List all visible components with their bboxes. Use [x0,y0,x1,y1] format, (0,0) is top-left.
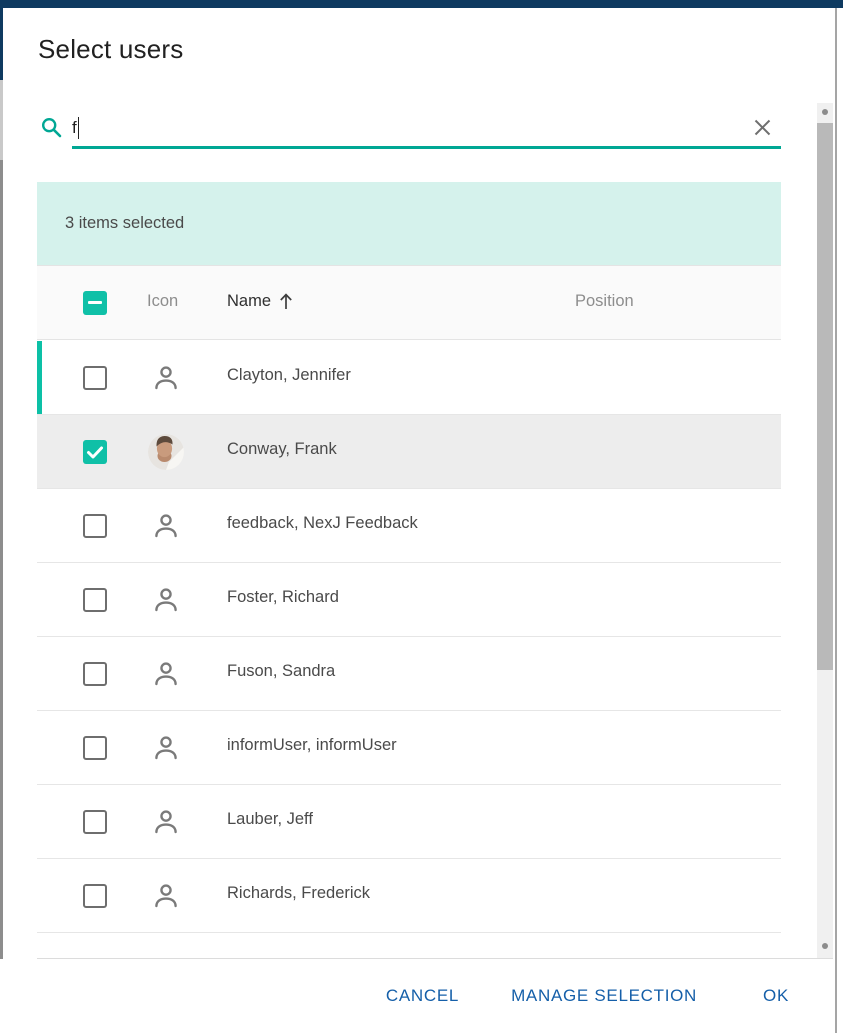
scroll-up-arrow[interactable] [822,109,828,115]
person-icon [150,880,182,912]
manage-selection-button[interactable]: MANAGE SELECTION [503,980,705,1012]
search-underline [72,146,781,149]
select-all-checkbox[interactable] [83,291,107,315]
user-name: feedback, NexJ Feedback [227,514,418,533]
dialog-footer: CANCEL MANAGE SELECTION OK [0,959,797,1033]
row-checkbox[interactable] [83,884,107,908]
window-left-edge [0,0,3,1033]
column-header-name[interactable]: Name [227,292,294,311]
column-header-icon: Icon [147,292,178,311]
user-name: Clayton, Jennifer [227,366,351,385]
person-icon [150,658,182,690]
user-row[interactable]: Clayton, Jennifer [37,341,781,415]
scrollbar-thumb[interactable] [817,123,833,670]
row-checkbox[interactable] [83,366,107,390]
person-icon [150,510,182,542]
user-row[interactable]: Fuson, Sandra [37,637,781,711]
user-name: Foster, Richard [227,588,339,607]
sort-ascending-icon [278,292,294,311]
user-row[interactable] [37,933,781,958]
user-name: Conway, Frank [227,440,337,459]
cancel-button[interactable]: CANCEL [378,980,467,1012]
person-icon [150,732,182,764]
user-row[interactable]: Foster, Richard [37,563,781,637]
window-right-edge [835,8,837,1033]
search-input-value: f [72,118,77,138]
search-icon [40,116,63,139]
row-checkbox[interactable] [83,440,107,464]
table-header: Icon Name Position [37,265,781,340]
user-name: Richards, Frederick [227,884,370,903]
person-icon [150,584,182,616]
dialog-title: Select users [38,34,183,65]
scrollbar-track[interactable] [817,103,833,959]
ok-button[interactable]: OK [755,980,797,1012]
row-checkbox[interactable] [83,810,107,834]
text-cursor [78,117,80,139]
user-row[interactable]: Conway, Frank [37,415,781,489]
person-icon [150,362,182,394]
scroll-down-arrow[interactable] [822,943,828,949]
row-checkbox[interactable] [83,588,107,612]
window-top-edge [0,0,843,8]
user-row[interactable]: Richards, Frederick [37,859,781,933]
user-rows: Clayton, Jennifer [37,341,781,958]
user-row[interactable]: informUser, informUser [37,711,781,785]
search-input[interactable]: f [72,113,762,143]
user-row[interactable]: feedback, NexJ Feedback [37,489,781,563]
selection-count-text: 3 items selected [65,214,184,233]
clear-search-icon[interactable] [751,116,774,139]
user-name: informUser, informUser [227,736,397,755]
column-header-position: Position [575,292,634,311]
row-checkbox[interactable] [83,514,107,538]
user-row[interactable]: Lauber, Jeff [37,785,781,859]
avatar [148,434,184,470]
user-name: Fuson, Sandra [227,662,335,681]
person-icon [150,806,182,838]
selection-count-banner: 3 items selected [37,182,781,265]
select-users-dialog: Select users f 3 items selected Icon Nam… [0,0,843,1033]
row-checkbox[interactable] [83,662,107,686]
row-checkbox[interactable] [83,736,107,760]
user-name: Lauber, Jeff [227,810,313,829]
